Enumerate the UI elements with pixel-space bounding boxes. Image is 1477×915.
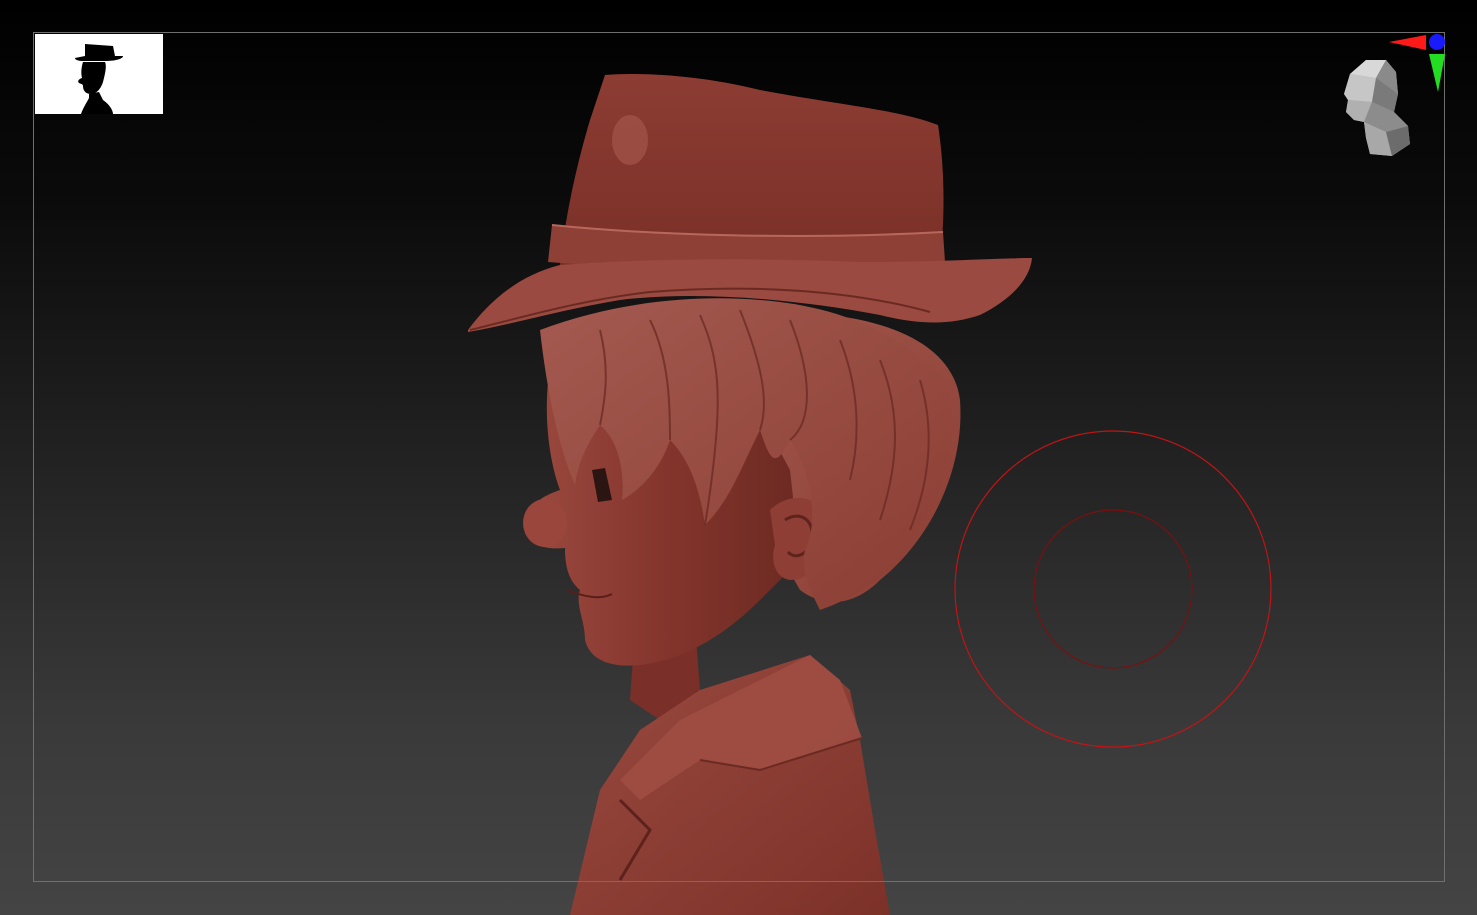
brush-cursor <box>950 426 1276 752</box>
axis-gizmo[interactable] <box>1386 30 1448 96</box>
silhouette-preview[interactable] <box>35 34 163 114</box>
sculpt-viewport[interactable] <box>0 0 1477 915</box>
brush-cursor-icon <box>954 430 1272 748</box>
silhouette-icon <box>75 44 123 114</box>
axis-gizmo-icon <box>1389 34 1445 92</box>
